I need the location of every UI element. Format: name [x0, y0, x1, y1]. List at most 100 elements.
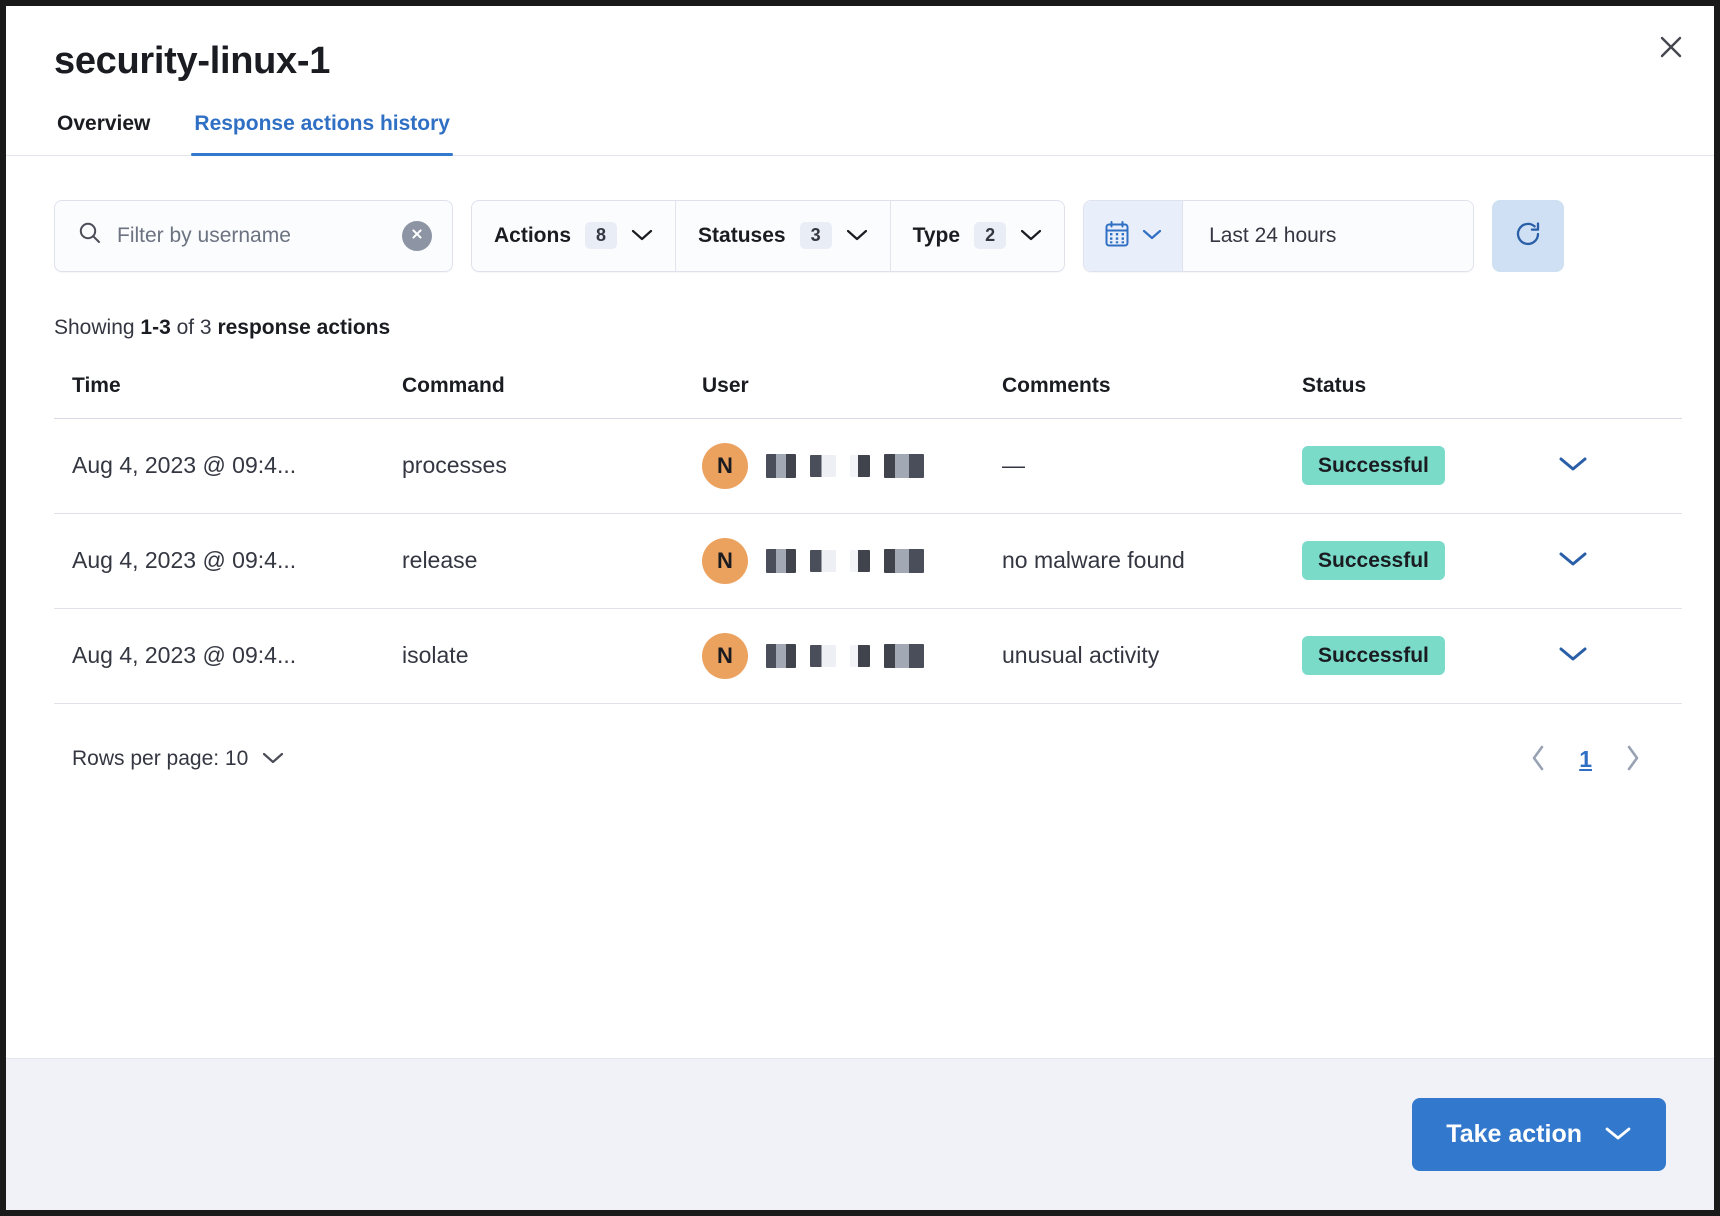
clear-search-button[interactable]: [402, 221, 432, 251]
date-range-group: Last 24 hours: [1083, 200, 1474, 272]
filter-actions[interactable]: Actions 8: [472, 201, 676, 271]
table-row[interactable]: Aug 4, 2023 @ 09:4... processes N —: [54, 418, 1682, 513]
summary-prefix: Showing: [54, 316, 140, 339]
cell-comments: unusual activity: [1002, 608, 1302, 703]
user-cell: N: [702, 443, 1002, 489]
column-header-command: Command: [402, 358, 702, 419]
page-controls: 1: [1523, 738, 1648, 781]
chevron-down-icon: [1604, 1120, 1632, 1149]
cell-status: Successful: [1302, 513, 1552, 608]
table-body: Aug 4, 2023 @ 09:4... processes N —: [54, 418, 1682, 703]
filter-actions-label: Actions: [494, 224, 571, 248]
search-input[interactable]: [117, 224, 388, 248]
cell-command: release: [402, 513, 702, 608]
calendar-icon: [1104, 220, 1130, 251]
close-icon-small: [410, 227, 424, 244]
tab-response-actions-history[interactable]: Response actions history: [191, 112, 453, 156]
expand-row-button[interactable]: [1552, 639, 1594, 672]
summary-suffix: response actions: [217, 316, 390, 339]
avatar: N: [702, 443, 748, 489]
refresh-icon: [1511, 217, 1545, 254]
chevron-down-icon: [631, 224, 653, 248]
flyout-header: security-linux-1 Overview Response actio…: [6, 6, 1714, 156]
search-icon: [77, 220, 103, 251]
response-actions-flyout: security-linux-1 Overview Response actio…: [6, 6, 1714, 1210]
rows-per-page-label: Rows per page: 10: [72, 747, 248, 771]
cell-command: isolate: [402, 608, 702, 703]
filter-group: Actions 8 Statuses 3: [471, 200, 1065, 272]
chevron-down-icon: [846, 224, 868, 248]
flyout-footer: Take action: [6, 1058, 1714, 1210]
filter-type-count: 2: [974, 222, 1006, 249]
chevron-down-icon: [1558, 550, 1588, 571]
table-row[interactable]: Aug 4, 2023 @ 09:4... isolate N unusual …: [54, 608, 1682, 703]
column-header-time: Time: [54, 358, 402, 419]
chevron-left-icon: [1529, 744, 1547, 775]
filter-type[interactable]: Type 2: [891, 201, 1064, 271]
avatar: N: [702, 538, 748, 584]
table-row[interactable]: Aug 4, 2023 @ 09:4... release N no malwa…: [54, 513, 1682, 608]
app-screen: security-linux-1 Overview Response actio…: [0, 0, 1720, 1216]
table-header: Time Command User Comments Status: [54, 358, 1682, 419]
response-actions-table: Time Command User Comments Status Aug 4,…: [54, 358, 1682, 704]
cell-expand: [1552, 608, 1682, 703]
cell-status: Successful: [1302, 418, 1552, 513]
status-badge: Successful: [1302, 446, 1445, 485]
column-header-status: Status: [1302, 358, 1552, 419]
user-cell: N: [702, 538, 1002, 584]
cell-user: N: [702, 513, 1002, 608]
table-header-row: Time Command User Comments Status: [54, 358, 1682, 419]
refresh-button[interactable]: [1492, 200, 1564, 272]
take-action-button[interactable]: Take action: [1412, 1098, 1666, 1171]
summary-range: 1-3: [140, 316, 170, 339]
tab-overview[interactable]: Overview: [54, 112, 153, 156]
filter-statuses[interactable]: Statuses 3: [676, 201, 891, 271]
filter-statuses-label: Statuses: [698, 224, 786, 248]
cell-time: Aug 4, 2023 @ 09:4...: [54, 513, 402, 608]
column-header-expand: [1552, 358, 1682, 419]
take-action-label: Take action: [1446, 1120, 1582, 1149]
page-title: security-linux-1: [54, 40, 1666, 84]
close-icon: [1658, 34, 1684, 60]
chevron-down-icon: [1142, 228, 1162, 244]
status-badge: Successful: [1302, 636, 1445, 675]
tab-list: Overview Response actions history: [54, 112, 1666, 156]
cell-user: N: [702, 418, 1002, 513]
cell-time: Aug 4, 2023 @ 09:4...: [54, 418, 402, 513]
filter-statuses-count: 3: [800, 222, 832, 249]
redacted-username: [766, 643, 924, 669]
cell-expand: [1552, 513, 1682, 608]
cell-expand: [1552, 418, 1682, 513]
chevron-down-icon: [1020, 224, 1042, 248]
redacted-username: [766, 548, 924, 574]
expand-row-button[interactable]: [1552, 544, 1594, 577]
previous-page-button[interactable]: [1523, 738, 1553, 781]
chevron-down-icon: [1558, 645, 1588, 666]
chevron-right-icon: [1624, 744, 1642, 775]
date-range-display[interactable]: Last 24 hours: [1183, 201, 1473, 271]
filter-bar: Actions 8 Statuses 3: [54, 200, 1666, 272]
page-number-1[interactable]: 1: [1571, 744, 1600, 775]
column-header-comments: Comments: [1002, 358, 1302, 419]
cell-user: N: [702, 608, 1002, 703]
cell-status: Successful: [1302, 608, 1552, 703]
cell-time: Aug 4, 2023 @ 09:4...: [54, 608, 402, 703]
status-badge: Successful: [1302, 541, 1445, 580]
cell-command: processes: [402, 418, 702, 513]
redacted-username: [766, 453, 924, 479]
expand-row-button[interactable]: [1552, 449, 1594, 482]
filter-actions-count: 8: [585, 222, 617, 249]
next-page-button[interactable]: [1618, 738, 1648, 781]
cell-comments: no malware found: [1002, 513, 1302, 608]
column-header-user: User: [702, 358, 1002, 419]
chevron-down-icon: [1558, 455, 1588, 476]
close-button[interactable]: [1650, 26, 1692, 68]
filter-type-label: Type: [913, 224, 960, 248]
rows-per-page-button[interactable]: Rows per page: 10: [72, 747, 284, 771]
date-quick-select-button[interactable]: [1084, 201, 1183, 271]
results-summary: Showing 1-3 of 3 response actions: [54, 316, 1666, 340]
username-search-box[interactable]: [54, 200, 453, 272]
cell-comments: —: [1002, 418, 1302, 513]
flyout-body: Actions 8 Statuses 3: [6, 156, 1714, 1058]
user-cell: N: [702, 633, 1002, 679]
